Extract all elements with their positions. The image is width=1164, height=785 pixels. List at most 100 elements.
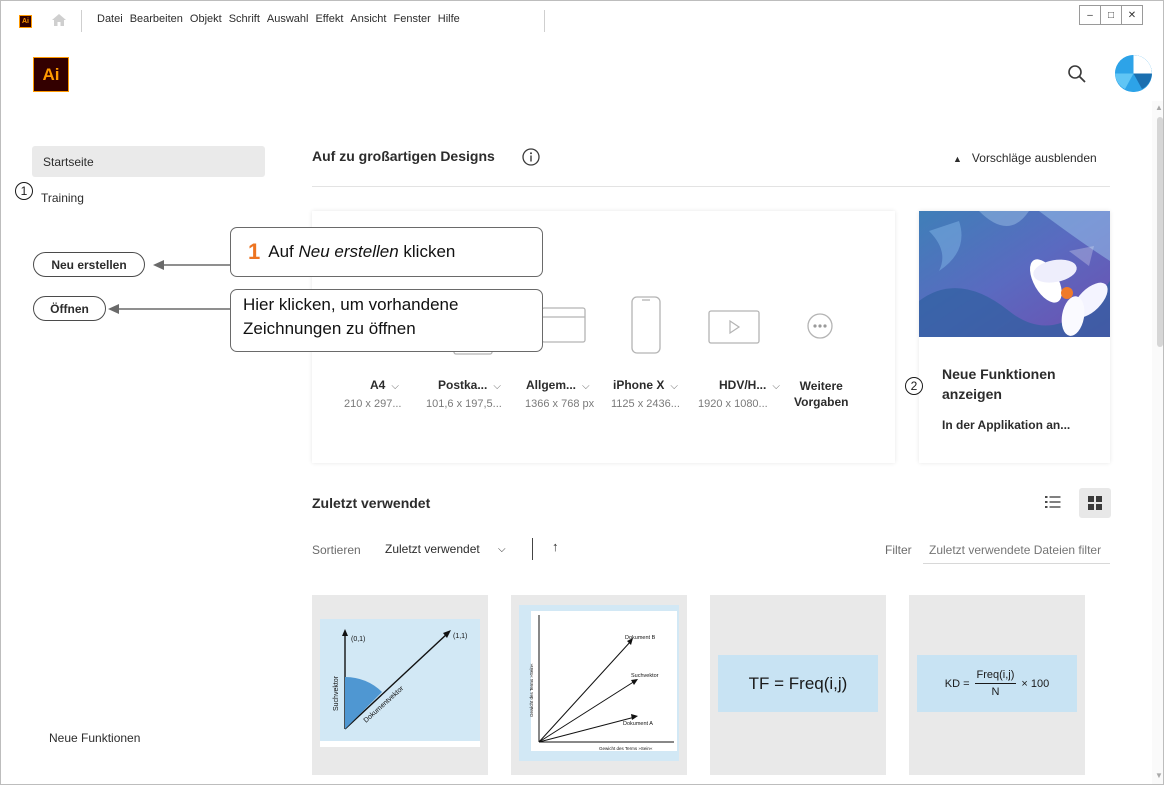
menu-item-auswahl[interactable]: Auswahl <box>267 13 309 25</box>
menu-item-datei[interactable]: Datei <box>97 13 123 25</box>
list-view-button[interactable] <box>1041 490 1065 514</box>
divider <box>312 186 1110 187</box>
sort-separator <box>532 538 533 560</box>
sidebar-item-training[interactable]: Training <box>41 191 84 205</box>
scrollbar-thumb[interactable] <box>1157 117 1163 347</box>
vector-chart-image: Dokument B Suchvektor Dokument A Gewicht… <box>519 605 679 761</box>
denominator: N <box>991 686 1000 698</box>
preset-more[interactable]: Weitere Vorgaben <box>794 378 848 410</box>
vector-label: Suchvektor <box>631 673 659 679</box>
recent-file-thumbnail[interactable]: TF = Freq(i,j) <box>710 595 886 775</box>
hero-title: Auf zu großartigen Designs <box>312 148 495 164</box>
callout-text-part: Auf <box>268 242 299 261</box>
preset-hdv[interactable]: HDV/H... ⌵ <box>719 378 780 392</box>
formula-prefix: KD = <box>944 677 970 690</box>
chevron-down-icon: ⌵ <box>493 381 501 392</box>
phone-icon[interactable] <box>631 296 661 354</box>
app-badge-icon[interactable]: Ai <box>19 15 32 28</box>
chevron-down-icon: ⌵ <box>670 381 678 392</box>
menu-item-objekt[interactable]: Objekt <box>190 13 222 25</box>
chevron-down-icon: ⌵ <box>772 381 780 392</box>
preset-label: Allgem... <box>526 378 577 392</box>
axis-label: Suchvektor <box>333 675 340 711</box>
callout-text: Auf Neu erstellen klicken <box>268 242 455 262</box>
preset-general[interactable]: Allgem... ⌵ <box>526 378 590 392</box>
menu-item-effekt[interactable]: Effekt <box>315 13 343 25</box>
home-icon[interactable] <box>51 13 67 27</box>
hide-suggestions-button[interactable]: ▲ Vorschläge ausblenden <box>953 151 1097 165</box>
sort-dropdown[interactable]: Zuletzt verwendet <box>385 542 480 556</box>
menu-separator <box>544 10 545 32</box>
sort-label: Sortieren <box>312 543 361 557</box>
chevron-down-icon[interactable]: ⌵ <box>498 544 506 555</box>
preset-iphone[interactable]: iPhone X ⌵ <box>613 378 678 392</box>
callout-text-line: Zeichnungen zu öffnen <box>243 319 416 338</box>
postcard-icon[interactable] <box>541 307 586 343</box>
menu-item-ansicht[interactable]: Ansicht <box>350 13 386 25</box>
sidebar-item-home[interactable]: Startseite <box>32 146 265 177</box>
recent-file-thumbnail[interactable]: Dokument B Suchvektor Dokument A Gewicht… <box>511 595 687 775</box>
sort-direction-icon[interactable]: ↑ <box>552 539 559 554</box>
maximize-button[interactable]: □ <box>1100 5 1122 25</box>
list-view-icon <box>1045 496 1061 508</box>
preset-size: 1366 x 768 px <box>525 398 595 410</box>
recent-file-thumbnail[interactable]: (0,1) (1,1) Suchvektor Dokumentvektor <box>312 595 488 775</box>
preset-postcard[interactable]: Postka... ⌵ <box>438 378 501 392</box>
minimize-button[interactable]: – <box>1079 5 1101 25</box>
preset-a4[interactable]: A4 ⌵ <box>370 378 399 392</box>
callout-text-line: Hier klicken, um vorhandene <box>243 295 459 314</box>
preset-size: 101,6 x 197,5... <box>426 398 502 410</box>
open-button[interactable]: Öffnen <box>33 296 106 321</box>
whats-new-title-line: anzeigen <box>942 386 1002 402</box>
preset-size: 210 x 297... <box>344 398 402 410</box>
menu-item-hilfe[interactable]: Hilfe <box>438 13 460 25</box>
step-marker-1: 1 <box>15 182 33 200</box>
callout-open-hint: Hier klicken, um vorhandene Zeichnungen … <box>230 289 543 352</box>
recent-title: Zuletzt verwendet <box>312 495 431 511</box>
point-label: (1,1) <box>453 633 467 640</box>
callout-text-part: klicken <box>398 242 456 261</box>
more-icon[interactable] <box>807 313 833 339</box>
vector-label: Dokument A <box>623 721 653 727</box>
avatar[interactable] <box>1115 55 1152 92</box>
preset-label: HDV/H... <box>719 378 767 392</box>
vector-diagram-image: (0,1) (1,1) Suchvektor Dokumentvektor <box>320 619 480 747</box>
formula-tf: TF = Freq(i,j) <box>718 655 878 712</box>
point-label: (0,1) <box>351 636 365 643</box>
filter-input[interactable] <box>923 536 1110 564</box>
scroll-up-icon[interactable]: ▲ <box>1155 103 1163 112</box>
menu-item-schrift[interactable]: Schrift <box>229 13 260 25</box>
callout-number: 1 <box>248 239 261 264</box>
chevron-down-icon: ⌵ <box>391 381 399 392</box>
vector-label: Dokument B <box>625 635 656 641</box>
axis-label: Gewicht des Terms »Sein« <box>599 746 653 751</box>
chevron-up-icon: ▲ <box>953 154 962 164</box>
whats-new-title: Neue Funktionen anzeigen <box>942 364 1092 404</box>
new-document-button[interactable]: Neu erstellen <box>33 252 145 277</box>
preset-label: Weitere <box>799 379 843 393</box>
axis-label: Gewicht des Terms »Sein« <box>529 663 534 717</box>
whats-new-title-line: Neue Funktionen <box>942 366 1056 382</box>
recent-file-thumbnail[interactable]: KD = Freq(i,j) N × 100 <box>909 595 1085 775</box>
whats-new-subtitle[interactable]: In der Applikation an... <box>942 418 1070 432</box>
fraction: Freq(i,j) N <box>974 669 1017 698</box>
video-icon[interactable] <box>708 310 760 344</box>
step-marker-2: 2 <box>905 377 923 395</box>
search-icon[interactable] <box>1067 64 1087 84</box>
sidebar-item-whats-new[interactable]: Neue Funktionen <box>49 731 140 745</box>
info-icon[interactable] <box>522 148 540 166</box>
preset-size: 1125 x 2436... <box>611 398 680 410</box>
preset-label: iPhone X <box>613 378 665 392</box>
preset-label: A4 <box>370 378 386 392</box>
menu-item-fenster[interactable]: Fenster <box>393 13 430 25</box>
close-button[interactable]: ✕ <box>1121 5 1143 25</box>
callout-step-1: 1 Auf Neu erstellen klicken <box>230 227 543 277</box>
window-controls: – □ ✕ <box>1079 5 1143 25</box>
scroll-down-icon[interactable]: ▼ <box>1155 771 1163 780</box>
preset-label: Vorgaben <box>794 395 849 409</box>
hide-suggestions-label: Vorschläge ausblenden <box>971 151 1097 165</box>
menu-item-bearbeiten[interactable]: Bearbeiten <box>130 13 183 25</box>
grid-view-button[interactable] <box>1079 488 1111 518</box>
menu-items: Datei Bearbeiten Objekt Schrift Auswahl … <box>97 13 467 25</box>
grid-view-icon <box>1088 496 1102 510</box>
